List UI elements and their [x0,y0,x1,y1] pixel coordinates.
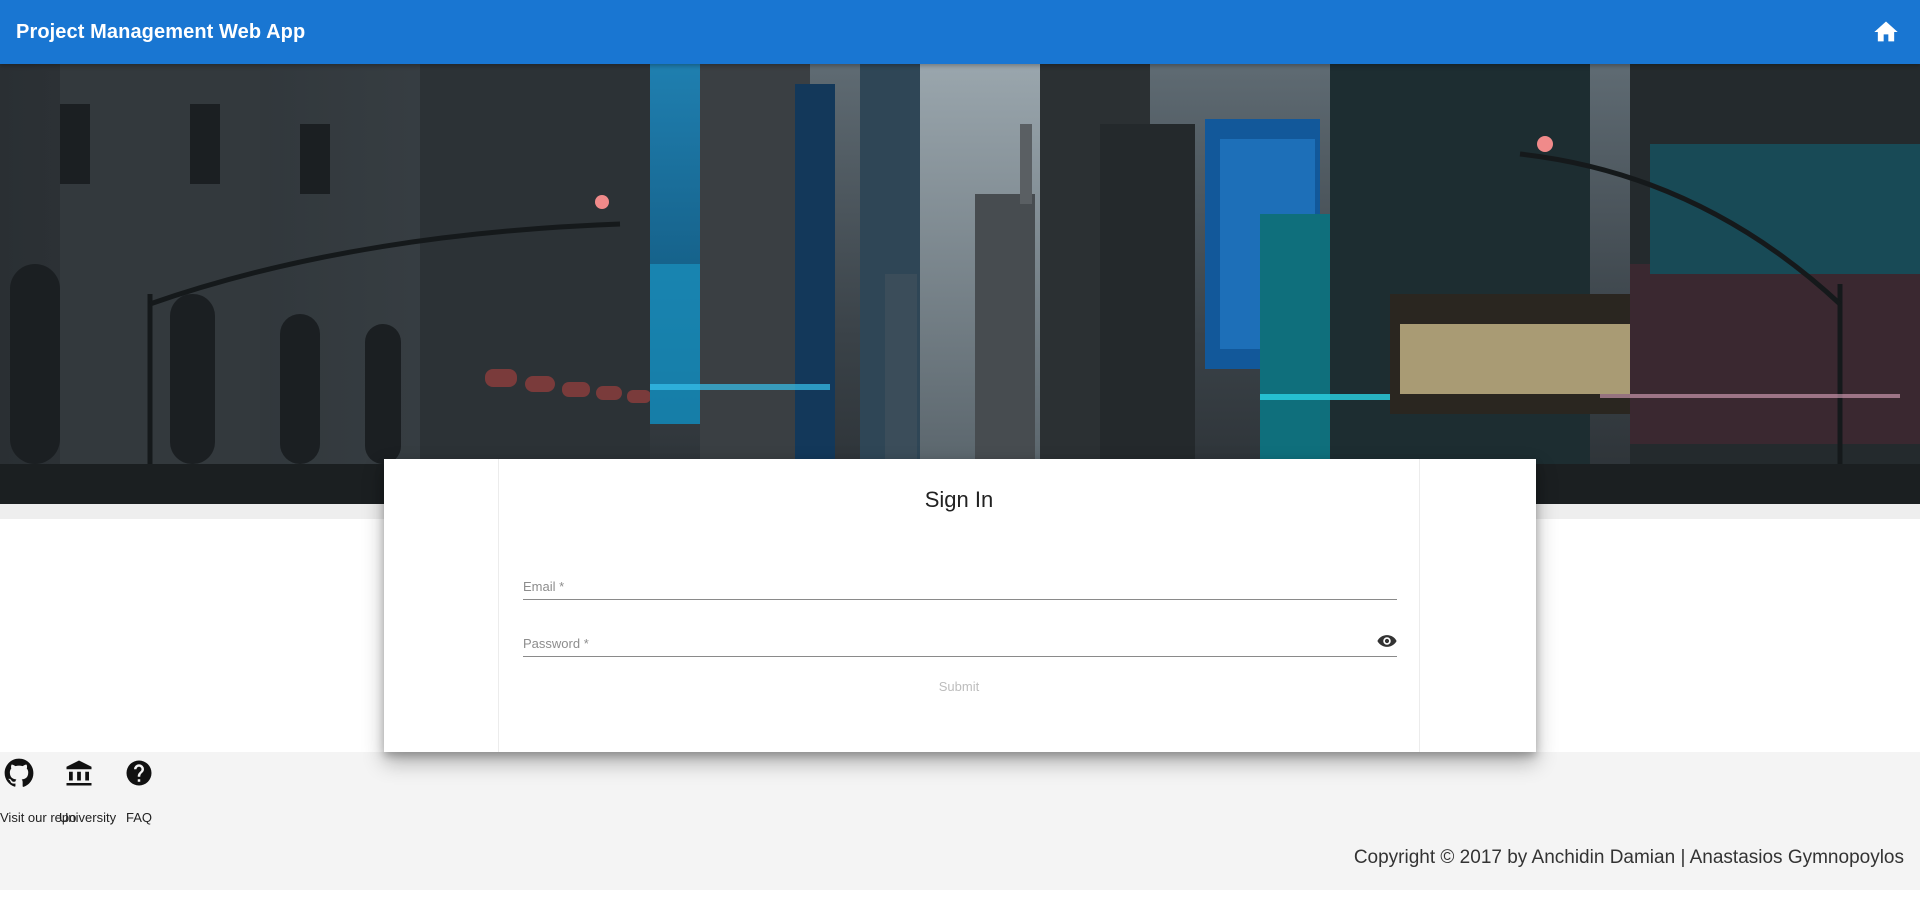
copyright-text: Copyright © 2017 by Anchidin Damian | An… [1353,847,1904,868]
email-input[interactable] [523,569,1401,601]
signin-card: Sign In Email * Password * Submit [384,459,1536,752]
eye-icon[interactable] [1377,634,1397,648]
password-field[interactable]: Password * [523,626,1397,658]
signin-title: Sign In [924,487,994,512]
github-icon [4,758,34,787]
city-street-image [0,64,1920,519]
home-icon [1874,21,1898,42]
help-icon [126,760,152,786]
email-field[interactable]: Email * [523,569,1401,601]
university-icon [66,760,92,786]
submit-button[interactable]: Submit [909,672,1009,702]
app-bar: Project Management Web App [0,0,1920,64]
app-title: Project Management Web App [16,21,306,43]
faq-link[interactable]: FAQ [124,758,154,825]
university-label: University [59,810,117,825]
password-input[interactable] [523,626,1367,658]
footer: Visit our repo University FAQ Copyright … [0,752,1920,890]
faq-label: FAQ [126,810,153,825]
repo-link[interactable]: Visit our repo [0,758,76,825]
signin-form: Sign In Email * Password * Submit [498,459,1420,752]
university-link[interactable]: University [59,758,116,825]
hero-background [0,64,1920,519]
home-button[interactable] [1872,18,1900,46]
